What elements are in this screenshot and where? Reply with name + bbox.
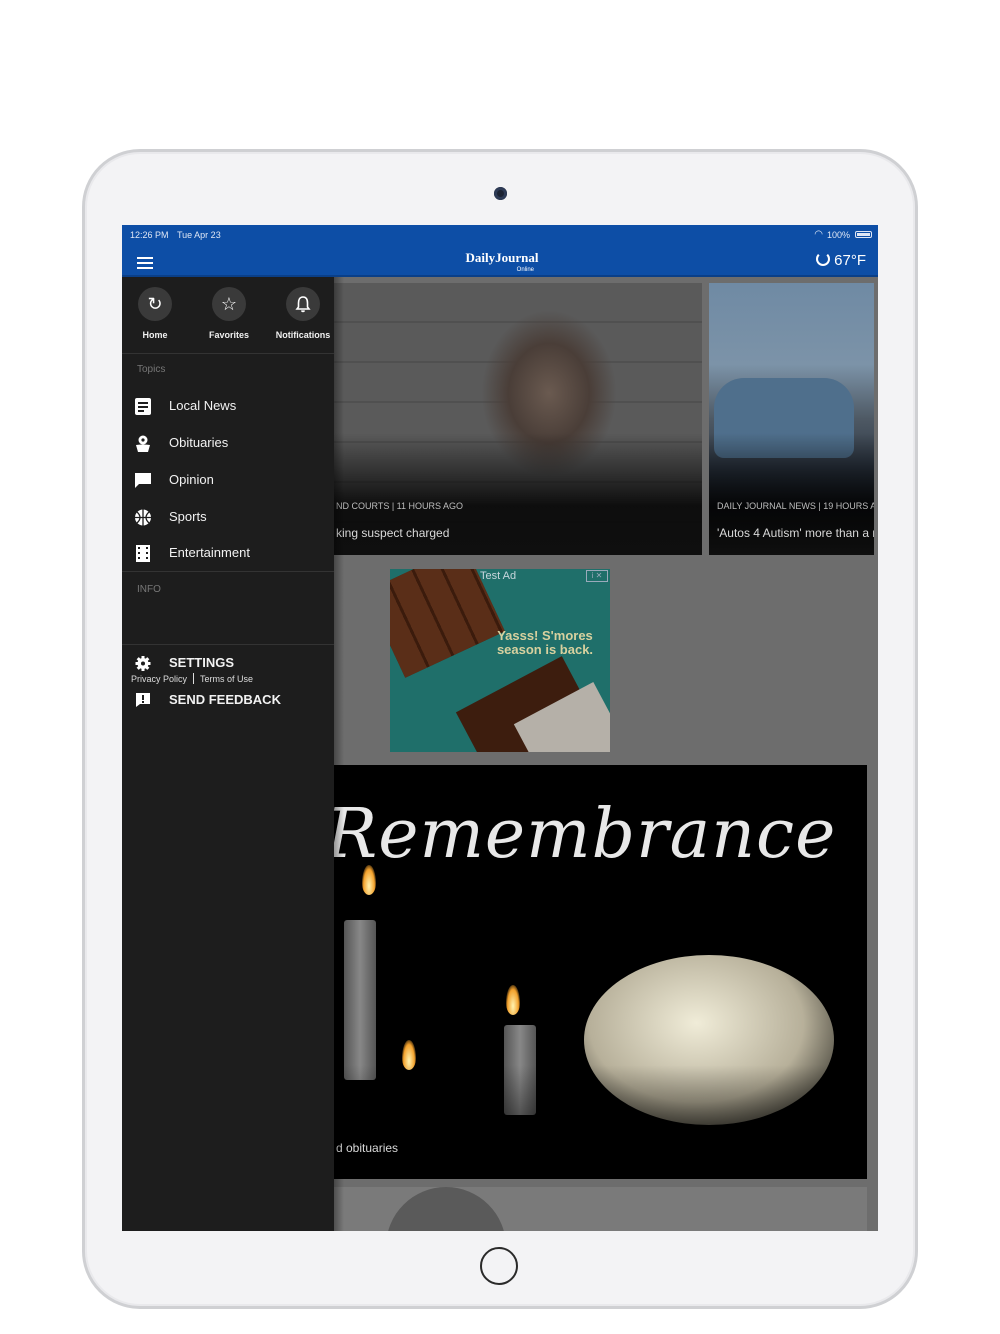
logo-subtext: Online <box>516 267 534 273</box>
navigation-drawer: ↻ Home ☆ Favorites Notifications Topics … <box>122 277 334 1231</box>
send-feedback-label: SEND FEEDBACK <box>169 692 281 707</box>
flame-image <box>506 985 520 1015</box>
news-feed: ND COURTS | 11 HOURS AGO king suspect ch… <box>334 277 878 1231</box>
feedback-icon <box>136 693 150 707</box>
settings-label: SETTINGS <box>169 655 235 670</box>
info-heading: INFO <box>137 584 161 595</box>
story-card[interactable]: DAILY JOURNAL NEWS | 19 HOURS AGO 'Autos… <box>709 283 874 555</box>
obituaries-card[interactable]: Remembrance d obituaries <box>334 765 867 1179</box>
advertisement[interactable]: Test Ad i ✕ Yasss! S'mores season is bac… <box>390 569 610 752</box>
story-title: 'Autos 4 Autism' more than a r <box>717 526 874 540</box>
topics-heading: Topics <box>137 364 166 375</box>
film-icon <box>136 545 150 562</box>
sidebar-item-label: Sports <box>169 509 207 524</box>
send-feedback-button[interactable]: SEND FEEDBACK <box>122 682 334 718</box>
quick-notifications[interactable]: Notifications <box>273 287 333 340</box>
quick-favorites[interactable]: ☆ Favorites <box>199 287 259 340</box>
sidebar-item-label: Opinion <box>169 472 214 487</box>
story-card[interactable] <box>334 1187 867 1231</box>
sidebar-item-label: Obituaries <box>169 435 229 450</box>
story-title: king suspect charged <box>336 526 450 540</box>
ad-close-icon[interactable]: i ✕ <box>586 570 608 582</box>
story-meta: ND COURTS | 11 HOURS AGO <box>336 501 464 511</box>
battery-percentage: 100% <box>826 230 850 240</box>
ad-label: Test Ad <box>480 570 517 582</box>
status-bar: 12:26 PM Tue Apr 23 ◠ 100% <box>122 225 878 247</box>
sidebar-item-sports[interactable]: Sports <box>122 499 334 535</box>
refresh-icon: ↻ <box>138 287 172 321</box>
story-title: d obituaries <box>336 1141 399 1155</box>
wifi-icon: ◠ <box>814 229 823 240</box>
sidebar-item-local-news[interactable]: Local News <box>122 388 334 424</box>
speech-bubble-icon <box>135 473 151 488</box>
flower-icon <box>136 435 150 452</box>
weather-widget[interactable]: 67°F <box>816 252 866 269</box>
story-meta: DAILY JOURNAL NEWS | 19 HOURS AGO <box>717 501 874 511</box>
story-photo <box>386 1187 506 1231</box>
remembrance-title: Remembrance <box>334 795 837 874</box>
app-logo[interactable]: DailyJournal Online <box>462 250 542 276</box>
divider <box>122 571 334 572</box>
weather-icon <box>816 252 831 266</box>
quick-label: Home <box>142 330 168 340</box>
quick-label: Notifications <box>275 330 331 340</box>
status-date: Tue Apr 23 <box>177 230 221 240</box>
app-header: DailyJournal Online 67°F <box>122 247 878 277</box>
app-screen: 12:26 PM Tue Apr 23 ◠ 100% DailyJournal … <box>122 225 878 1231</box>
quick-home[interactable]: ↻ Home <box>125 287 185 340</box>
divider <box>122 353 334 354</box>
sidebar-item-opinion[interactable]: Opinion <box>122 462 334 498</box>
gear-icon <box>135 656 151 671</box>
sidebar-item-label: Entertainment <box>169 545 250 560</box>
quick-label: Favorites <box>208 330 250 340</box>
home-hardware-button[interactable] <box>480 1247 518 1285</box>
status-time: 12:26 PM <box>130 230 169 240</box>
story-card[interactable]: ND COURTS | 11 HOURS AGO king suspect ch… <box>334 283 702 555</box>
sidebar-item-obituaries[interactable]: Obituaries <box>122 425 334 461</box>
bell-icon <box>286 287 320 321</box>
logo-text: DailyJournal <box>465 250 539 265</box>
front-camera <box>494 187 507 200</box>
battery-icon <box>855 231 872 238</box>
sidebar-item-label: Local News <box>169 398 237 413</box>
candle-image <box>344 920 376 1080</box>
temperature: 67°F <box>834 252 866 269</box>
sidebar-item-entertainment[interactable]: Entertainment <box>122 535 334 571</box>
star-icon: ☆ <box>212 287 246 321</box>
menu-icon[interactable] <box>137 257 153 269</box>
chocolate-bar-image <box>390 569 505 678</box>
settings-button[interactable]: SETTINGS <box>122 645 334 681</box>
ball-icon <box>135 509 151 526</box>
document-icon <box>135 398 151 415</box>
photo-gradient <box>334 1065 867 1179</box>
ad-headline: Yasss! S'mores season is back. <box>496 628 594 657</box>
drawer-shadow <box>334 277 344 1231</box>
